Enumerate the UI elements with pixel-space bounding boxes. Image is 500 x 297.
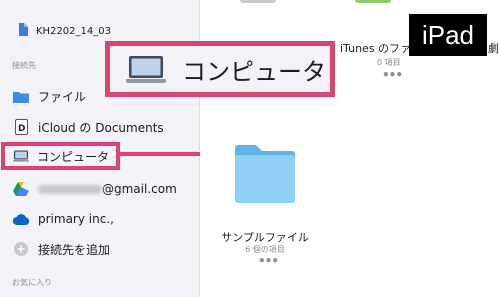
sidebar-item-label: 接続先を追加 bbox=[38, 242, 111, 257]
sidebar-item-primary[interactable]: primary inc., bbox=[12, 207, 114, 231]
folder-top-edge bbox=[240, 0, 276, 3]
device-name-label: KH2202_14_03 bbox=[36, 25, 111, 37]
sidebar-item-computer[interactable]: コンピュータ bbox=[1, 142, 120, 170]
folder-icon bbox=[235, 145, 295, 203]
sidebar-item-label: ファイル bbox=[38, 89, 87, 104]
sidebar-item-label: primary inc., bbox=[38, 212, 114, 226]
folder-icon bbox=[12, 87, 30, 105]
plus-circle-icon bbox=[12, 240, 30, 258]
google-drive-icon bbox=[12, 180, 30, 198]
sidebar-item-google-drive[interactable]: @gmail.com bbox=[12, 177, 177, 201]
favorites-header: お気に入り bbox=[12, 278, 52, 287]
sample-folder[interactable] bbox=[232, 142, 298, 210]
locations-header: 接続先 bbox=[12, 61, 36, 70]
blurred-account-name bbox=[38, 184, 102, 194]
sidebar-item-files[interactable]: ファイル bbox=[12, 84, 86, 108]
more-icon[interactable]: ••• bbox=[258, 254, 279, 268]
sidebar-item-label: コンピュータ bbox=[37, 149, 110, 164]
cloud-icon bbox=[12, 210, 30, 228]
itunes-folder-meta: 0 項目 bbox=[377, 58, 401, 67]
add-location-button[interactable]: 接続先を追加 bbox=[12, 237, 110, 261]
document-icon bbox=[18, 23, 28, 39]
document-d-icon: D bbox=[12, 118, 30, 136]
itunes-folder-name[interactable]: iTunes のファ bbox=[340, 40, 411, 56]
sample-folder-name[interactable]: サンプルファイル bbox=[220, 229, 310, 245]
sidebar-item-label: @gmail.com bbox=[102, 182, 177, 196]
sidebar-item-icloud-documents[interactable]: D iCloud の Documents bbox=[12, 115, 164, 139]
sidebar-item-label: iCloud の Documents bbox=[38, 120, 164, 135]
more-icon[interactable]: ••• bbox=[382, 68, 403, 82]
clipped-folder-name[interactable]: 劇 bbox=[488, 40, 499, 56]
svg-text:D: D bbox=[18, 124, 25, 134]
device-item[interactable]: KH2202_14_03 bbox=[18, 23, 111, 39]
callout-label: コンピュータ bbox=[182, 57, 326, 86]
folder-top-edge bbox=[355, 0, 391, 3]
computer-callout: コンピュータ bbox=[105, 41, 335, 97]
laptop-icon bbox=[13, 150, 29, 162]
laptop-icon bbox=[126, 55, 166, 83]
ipad-badge: iPad bbox=[409, 14, 487, 56]
